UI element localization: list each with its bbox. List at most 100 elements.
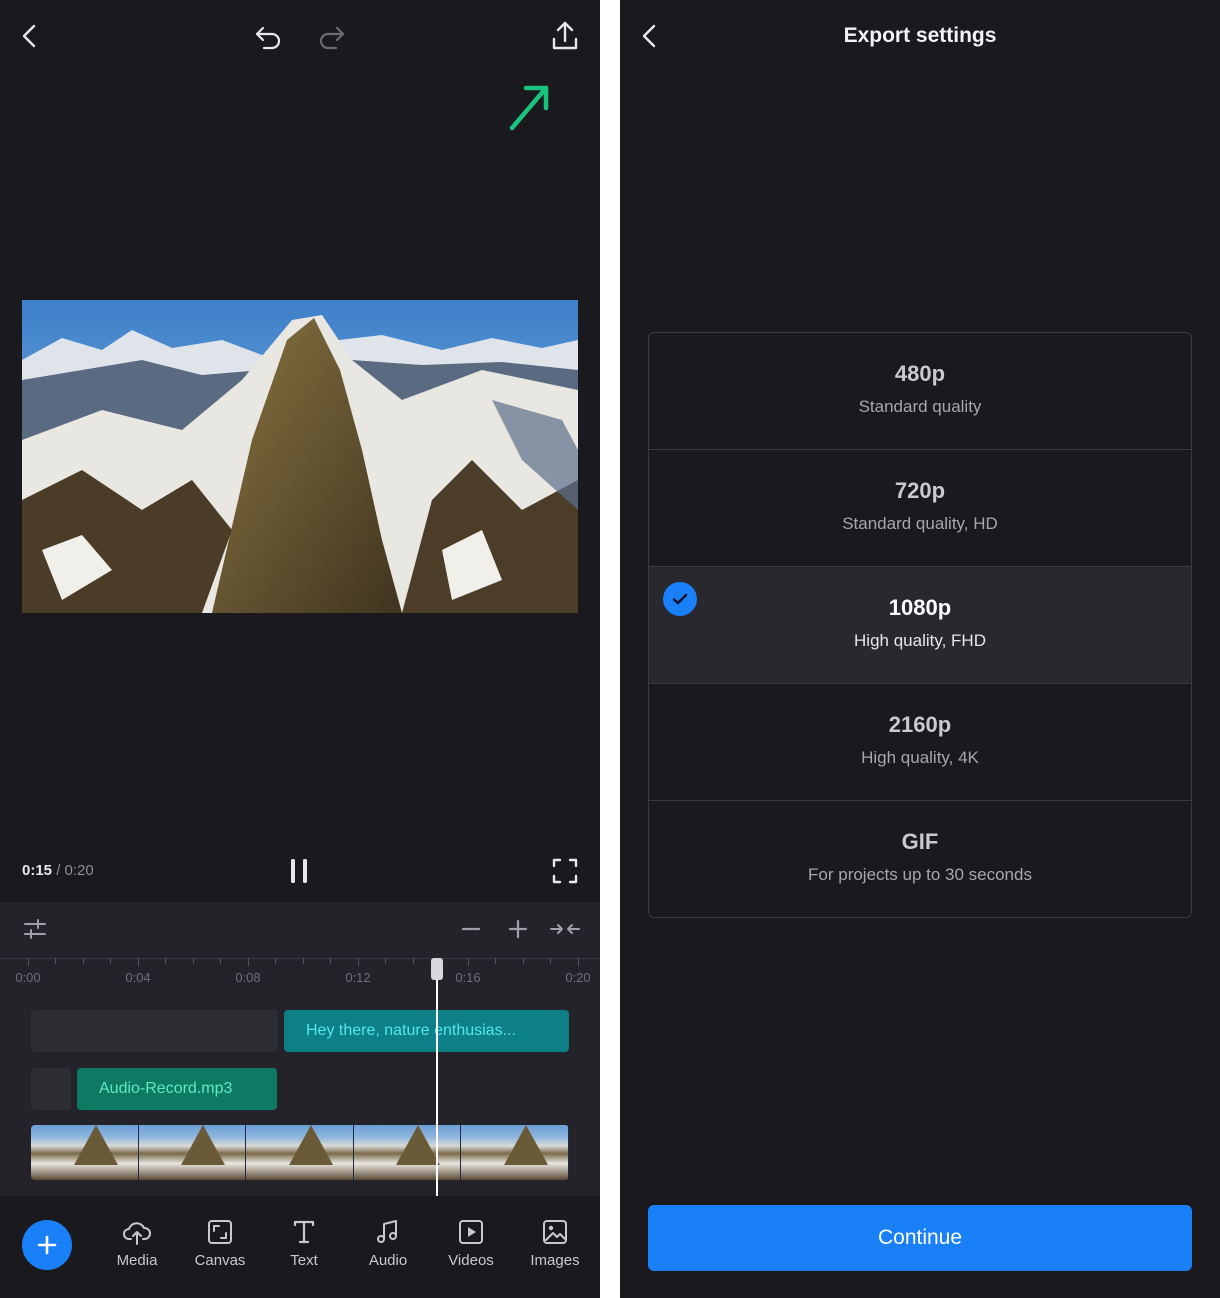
minus-icon xyxy=(461,927,481,931)
fit-timeline-button[interactable] xyxy=(548,914,582,944)
share-upload-icon xyxy=(552,21,578,50)
option-description: High quality, FHD xyxy=(854,631,986,650)
ruler-baseline xyxy=(0,958,600,959)
ruler-label: 0:00 xyxy=(15,970,41,985)
timeline-toolbar xyxy=(0,902,600,958)
video-thumbnail xyxy=(31,1125,139,1180)
sliders-icon xyxy=(24,919,46,939)
zoom-out-button[interactable] xyxy=(456,914,486,944)
nav-text[interactable]: Text xyxy=(269,1218,339,1269)
image-icon xyxy=(543,1220,567,1244)
ruler-tick xyxy=(138,958,139,966)
text-clip-label: Hey there, nature enthusias... xyxy=(306,1022,516,1039)
page-title: Export settings xyxy=(843,24,997,47)
text-track-empty[interactable] xyxy=(31,1010,278,1052)
ruler-tick xyxy=(358,958,359,966)
option-name: 720p xyxy=(894,478,946,503)
option-description: High quality, 4K xyxy=(861,748,979,767)
time-separator: / xyxy=(52,862,65,879)
nav-images[interactable]: Images xyxy=(520,1218,590,1269)
ruler-tick xyxy=(330,958,331,964)
ruler-tick xyxy=(83,958,84,964)
editor-screen: 0:15 / 0:20 0:00 0:04 0:08 0:12 0:16 0:2… xyxy=(0,0,600,1298)
video-thumbnail xyxy=(461,1125,569,1180)
bottom-nav: Media Canvas Text Audio Videos Images xyxy=(0,1196,600,1298)
music-note-icon xyxy=(377,1220,397,1243)
plus-icon xyxy=(37,1235,57,1255)
ruler-tick xyxy=(220,958,221,964)
text-icon xyxy=(293,1220,315,1244)
redo-button[interactable] xyxy=(314,19,350,55)
option-2160p[interactable]: 2160p High quality, 4K xyxy=(649,684,1191,801)
video-preview[interactable] xyxy=(22,300,578,613)
nav-videos[interactable]: Videos xyxy=(436,1218,506,1269)
collapse-arrows-icon xyxy=(550,924,580,934)
nav-audio[interactable]: Audio xyxy=(353,1218,423,1269)
ruler-tick xyxy=(523,958,524,964)
nav-videos-label: Videos xyxy=(448,1252,494,1269)
fullscreen-icon xyxy=(552,858,578,884)
ruler-tick xyxy=(495,958,496,964)
ruler-label: 0:12 xyxy=(345,970,371,985)
option-description: For projects up to 30 seconds xyxy=(808,865,1032,884)
option-480p[interactable]: 480p Standard quality xyxy=(649,333,1191,450)
ruler-tick xyxy=(303,958,304,964)
nav-text-label: Text xyxy=(290,1252,318,1269)
adjust-button[interactable] xyxy=(20,914,50,944)
export-button[interactable] xyxy=(546,17,584,55)
audio-clip[interactable]: Audio-Record.mp3 xyxy=(77,1068,277,1110)
redo-icon xyxy=(319,26,345,50)
ruler-tick xyxy=(385,958,386,964)
option-720p[interactable]: 720p Standard quality, HD xyxy=(649,450,1191,567)
option-1080p[interactable]: 1080p High quality, FHD xyxy=(649,567,1191,684)
audio-track-empty[interactable] xyxy=(31,1068,71,1110)
option-description: Standard quality, HD xyxy=(842,514,998,533)
total-time: 0:20 xyxy=(64,862,94,879)
upload-cloud-icon xyxy=(123,1222,151,1245)
timeline[interactable]: 0:00 0:04 0:08 0:12 0:16 0:20 Hey there,… xyxy=(0,958,600,1196)
option-name: 480p xyxy=(894,361,946,386)
annotation-arrow-icon xyxy=(509,85,549,131)
ruler-tick xyxy=(28,958,29,966)
resolution-options: 480p Standard quality 720p Standard qual… xyxy=(648,332,1192,918)
video-thumbnail xyxy=(353,1125,462,1180)
nav-canvas[interactable]: Canvas xyxy=(185,1218,255,1269)
nav-media[interactable]: Media xyxy=(102,1218,172,1269)
option-name: GIF xyxy=(901,829,939,854)
ruler-tick xyxy=(550,958,551,964)
plus-icon xyxy=(508,919,528,939)
export-settings-screen: Export settings 480p Standard quality 72… xyxy=(620,0,1220,1298)
ruler-tick xyxy=(110,958,111,964)
video-clip[interactable] xyxy=(31,1125,569,1180)
playback-time: 0:15 / 0:20 xyxy=(22,862,94,879)
ruler-tick xyxy=(468,958,469,966)
nav-canvas-label: Canvas xyxy=(194,1252,246,1269)
continue-button[interactable]: Continue xyxy=(648,1205,1192,1271)
add-button[interactable] xyxy=(22,1220,72,1270)
audio-clip-label: Audio-Record.mp3 xyxy=(99,1080,233,1097)
undo-button[interactable] xyxy=(250,19,286,55)
current-time: 0:15 xyxy=(22,862,53,879)
ruler-label: 0:20 xyxy=(565,970,591,985)
zoom-in-button[interactable] xyxy=(503,914,533,944)
video-icon xyxy=(459,1220,483,1244)
ruler-label: 0:16 xyxy=(455,970,481,985)
option-gif[interactable]: GIF For projects up to 30 seconds xyxy=(649,801,1191,917)
nav-audio-label: Audio xyxy=(368,1252,408,1269)
ruler-tick xyxy=(413,958,414,964)
playhead[interactable] xyxy=(436,958,438,1196)
back-button[interactable] xyxy=(14,20,46,52)
text-clip[interactable]: Hey there, nature enthusias... xyxy=(284,1010,569,1052)
video-thumbnail xyxy=(138,1125,247,1180)
video-thumbnail xyxy=(246,1125,354,1180)
ruler-label: 0:04 xyxy=(125,970,151,985)
pause-button[interactable] xyxy=(282,854,316,888)
ruler-tick xyxy=(275,958,276,964)
playhead-handle[interactable] xyxy=(431,958,443,980)
option-name: 1080p xyxy=(888,595,952,620)
ruler-tick xyxy=(193,958,194,964)
option-name: 2160p xyxy=(888,712,952,737)
pause-icon xyxy=(291,859,307,883)
fullscreen-button[interactable] xyxy=(548,854,582,888)
nav-images-label: Images xyxy=(530,1252,580,1269)
